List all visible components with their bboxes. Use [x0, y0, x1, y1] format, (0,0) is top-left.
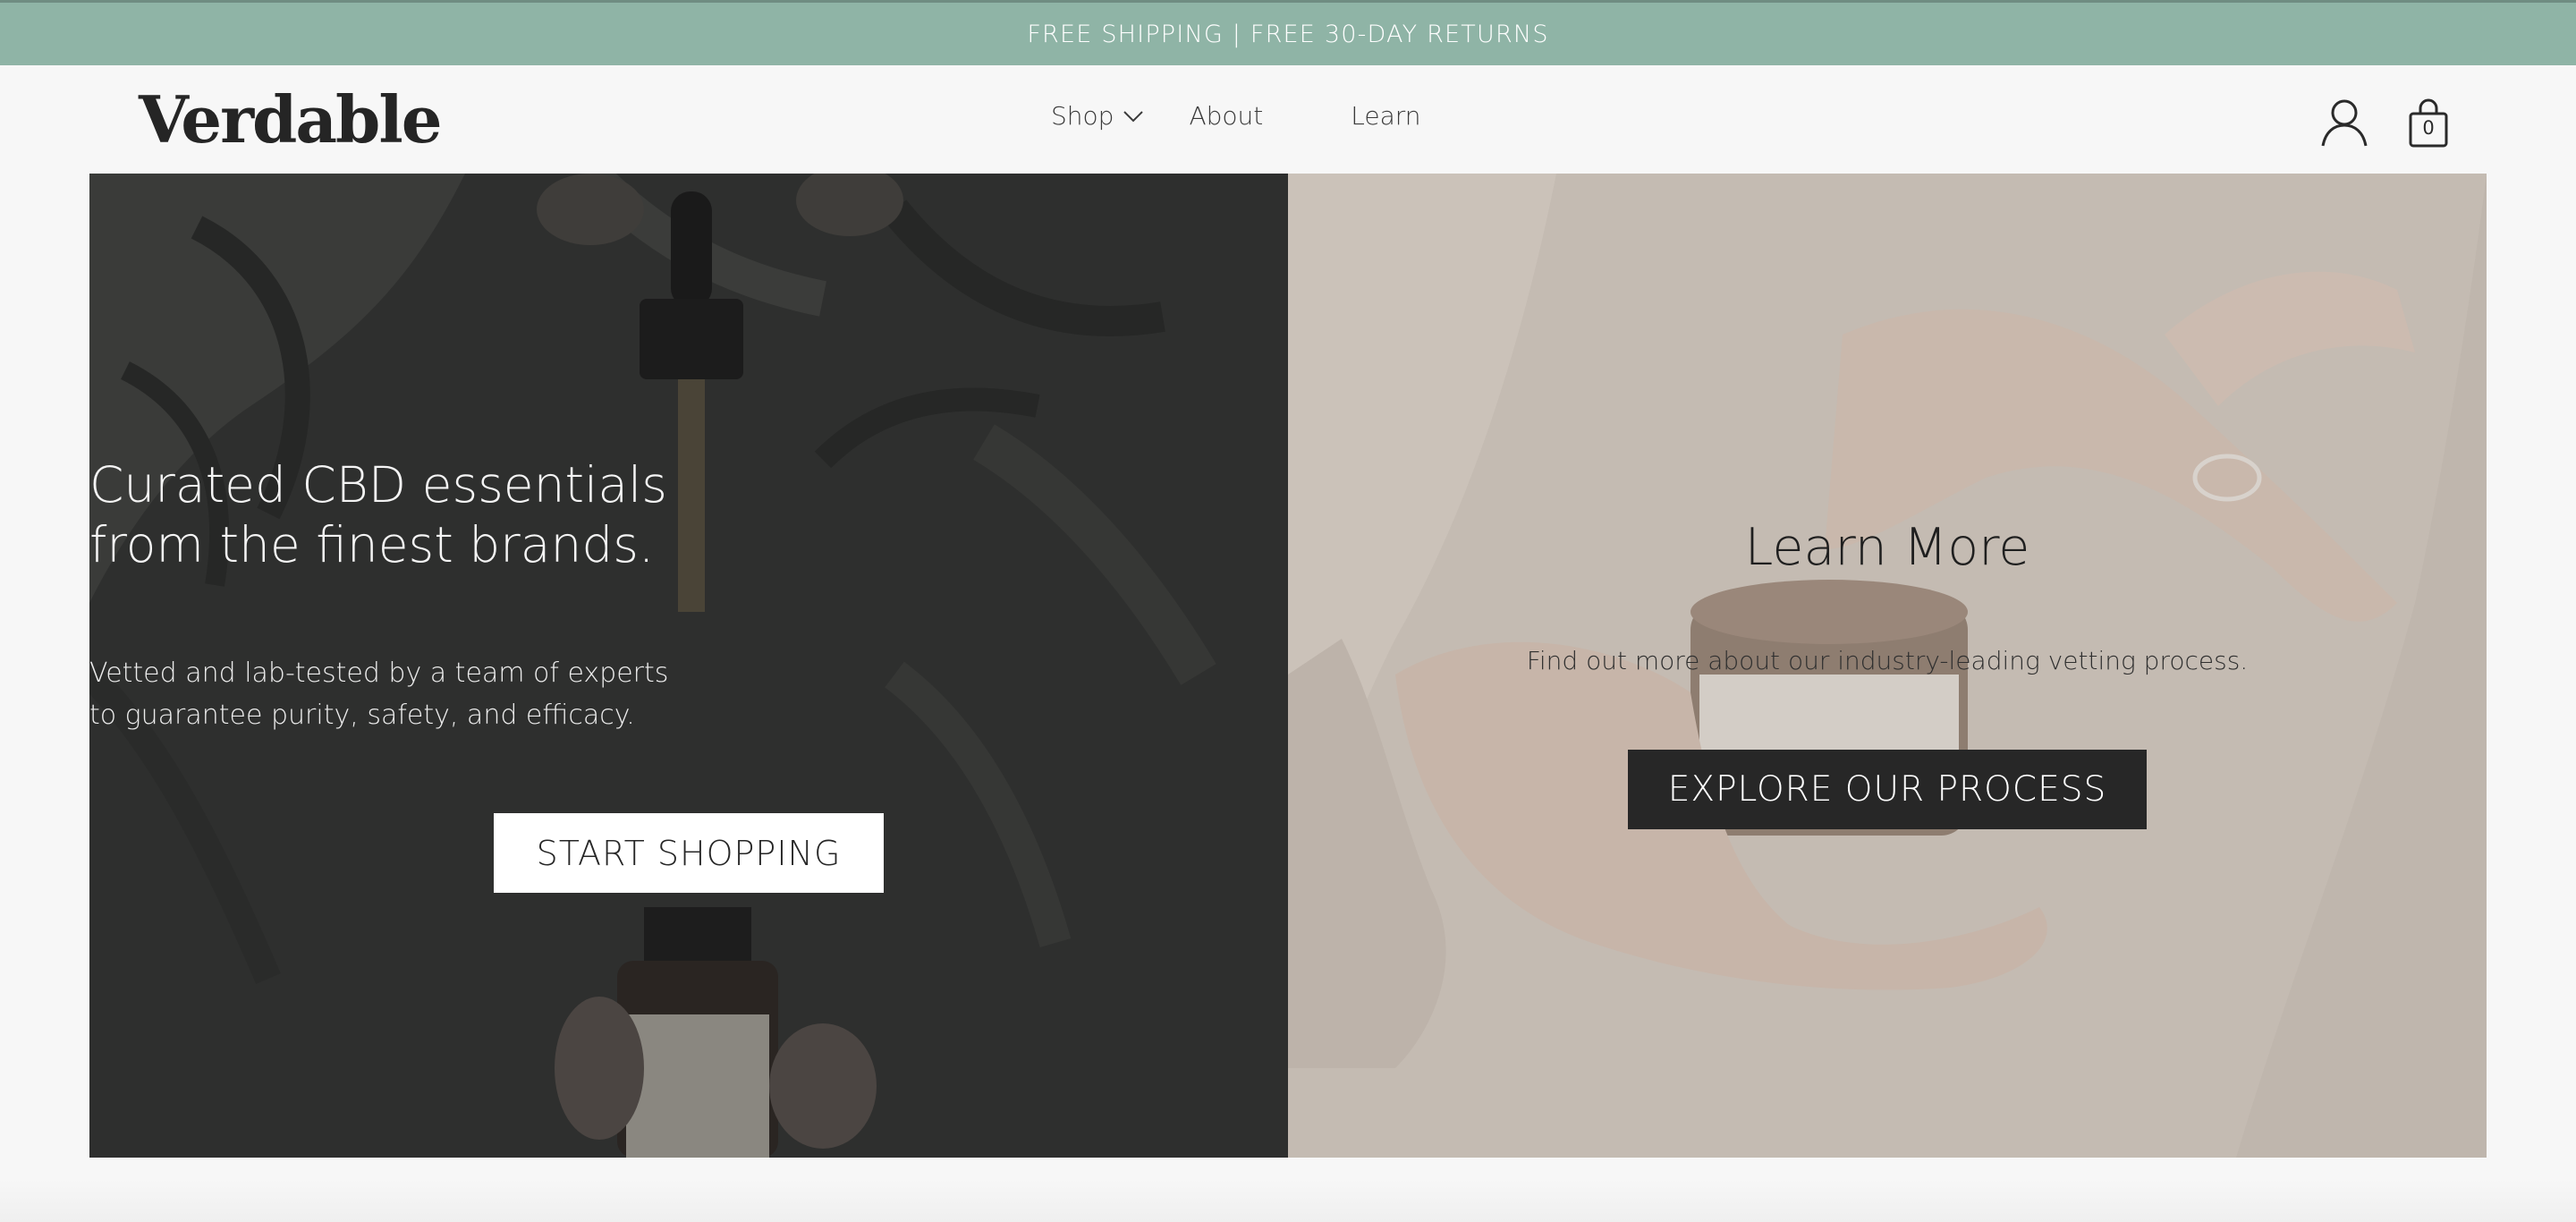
nav-about-label: About	[1189, 101, 1264, 131]
nav-shop-label: Shop	[1051, 101, 1114, 131]
main-nav: Shop About Learn	[1051, 101, 1421, 131]
hero-shop-headline-line1: Curated CBD essentials	[89, 456, 667, 513]
hero-learn-subtext: Find out more about our industry-leading…	[1526, 646, 2249, 675]
brand-logo[interactable]: Verdable	[139, 81, 442, 157]
hero-shop-headline: Curated CBD essentials from the finest b…	[89, 455, 1288, 575]
nav-learn-label: Learn	[1351, 101, 1421, 131]
hero-shop-panel: Curated CBD essentials from the finest b…	[89, 174, 1288, 1158]
cart-count: 0	[2422, 117, 2435, 139]
chevron-down-icon	[1123, 110, 1144, 122]
user-icon[interactable]	[2320, 98, 2368, 148]
hero-learn-headline: Learn More	[1744, 518, 2030, 577]
hero-learn-panel: Learn More Find out more about our indus…	[1288, 174, 2487, 1158]
hero-shop-subtext-line1: Vetted and lab-tested by a team of exper…	[89, 658, 669, 689]
nav-shop[interactable]: Shop	[1051, 101, 1144, 131]
nav-learn[interactable]: Learn	[1351, 101, 1420, 131]
page-bottom-edge	[0, 1179, 2576, 1222]
hero-shop-subtext: Vetted and lab-tested by a team of exper…	[89, 652, 1288, 736]
hero-shop-subtext-line2: to guarantee purity, safety, and efficac…	[89, 700, 635, 731]
announcement-bar: FREE SHIPPING | FREE 30-DAY RETURNS	[0, 3, 2576, 65]
start-shopping-button[interactable]: START SHOPPING	[494, 813, 884, 893]
nav-about[interactable]: About	[1189, 101, 1263, 131]
announcement-text: FREE SHIPPING | FREE 30-DAY RETURNS	[1027, 20, 1549, 48]
explore-process-button[interactable]: EXPLORE OUR PROCESS	[1628, 750, 2147, 829]
site-header: Verdable Shop About Learn 0	[0, 65, 2576, 173]
hero-shop-headline-line2: from the finest brands.	[89, 516, 655, 573]
